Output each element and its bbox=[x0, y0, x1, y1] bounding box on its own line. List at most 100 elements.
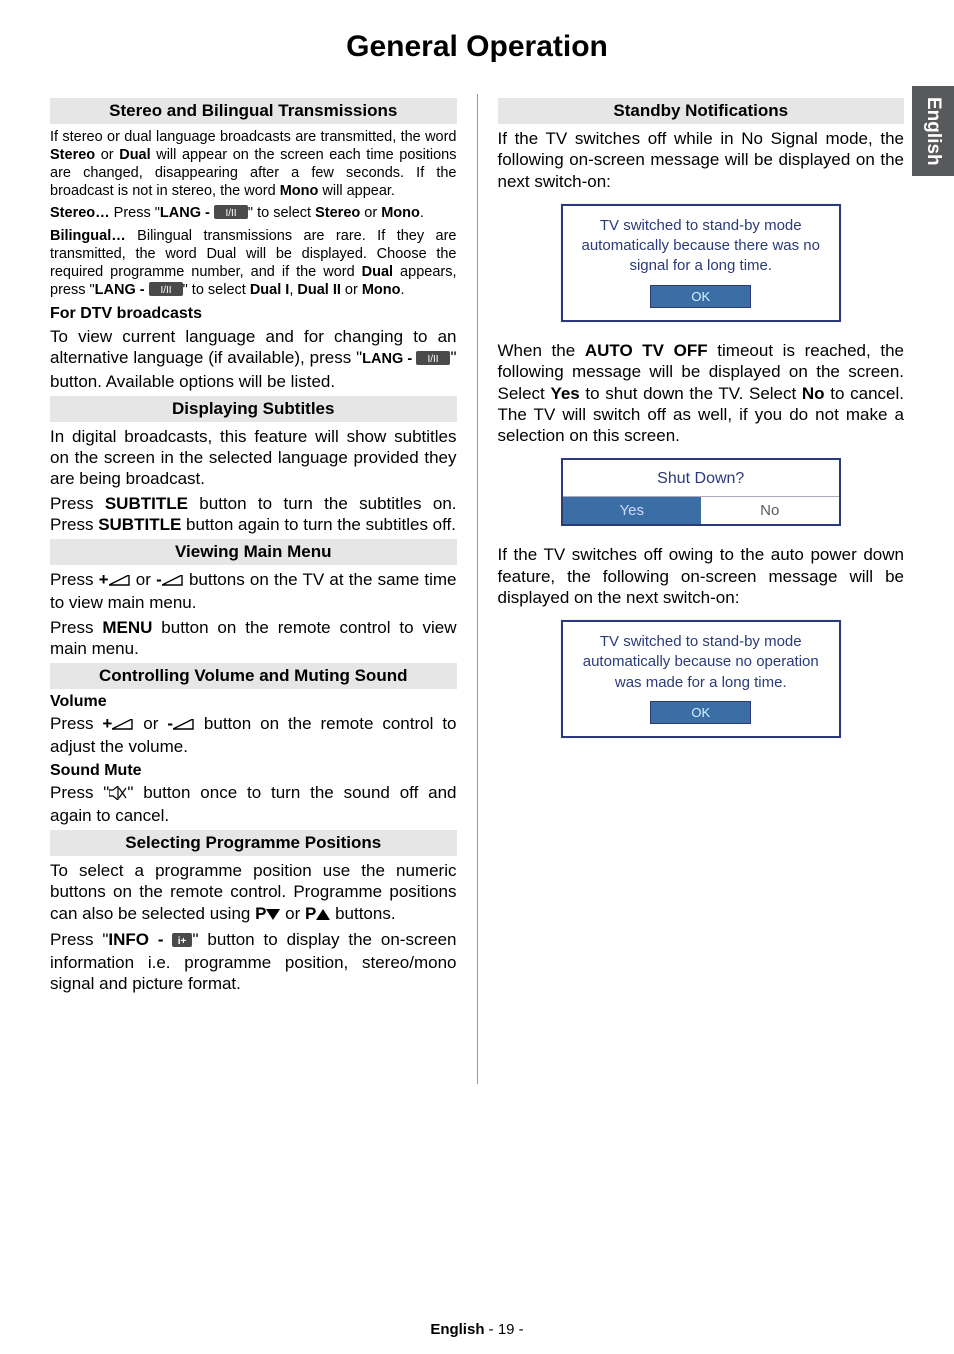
footer-page-number: 19 bbox=[498, 1321, 515, 1338]
text-bold: Dual I bbox=[250, 282, 289, 298]
shutdown-yes-button[interactable]: Yes bbox=[563, 496, 701, 524]
column-divider bbox=[477, 94, 478, 1084]
text: Press bbox=[50, 714, 102, 733]
dialog-shutdown-wrap: Shut Down? Yes No bbox=[498, 458, 905, 526]
text: button again to turn the subtitles off. bbox=[181, 515, 456, 534]
text-bold: LANG - bbox=[95, 282, 149, 298]
text-bold: Mono bbox=[381, 205, 420, 221]
text: . bbox=[401, 282, 405, 298]
para-sub-1: In digital broadcasts, this feature will… bbox=[50, 426, 457, 490]
text-bold: Dual II bbox=[297, 282, 341, 298]
dialog-ok-button[interactable]: OK bbox=[650, 285, 751, 309]
triangle-down-icon bbox=[266, 905, 280, 926]
text: Press " bbox=[50, 930, 108, 949]
text: or bbox=[131, 570, 157, 589]
text-bold: Bilingual… bbox=[50, 228, 126, 244]
text: or bbox=[341, 282, 362, 298]
text-bold: Dual bbox=[362, 264, 393, 280]
heading-standby: Standby Notifications bbox=[498, 98, 905, 124]
text-bold: INFO - bbox=[108, 930, 172, 949]
text-bold: P bbox=[255, 904, 266, 923]
text: or bbox=[134, 714, 167, 733]
text-bold: MENU bbox=[102, 618, 152, 637]
text-bold: Stereo bbox=[315, 205, 360, 221]
text: or bbox=[360, 205, 381, 221]
dialog-no-operation: TV switched to stand-by mode automatical… bbox=[561, 620, 841, 738]
volume-wedge-icon bbox=[162, 571, 184, 592]
triangle-up-icon bbox=[316, 905, 330, 926]
page-footer: English - 19 - bbox=[0, 1321, 954, 1338]
text: will appear. bbox=[318, 183, 395, 199]
text: Press bbox=[50, 494, 105, 513]
subhead-dtv: For DTV broadcasts bbox=[50, 305, 457, 323]
subhead-volume: Volume bbox=[50, 693, 457, 711]
para-menu-1: Press + or - buttons on the TV at the sa… bbox=[50, 569, 457, 614]
lang-i-ii-icon: I/II bbox=[149, 282, 183, 301]
svg-text:i+: i+ bbox=[178, 936, 187, 947]
volume-wedge-icon bbox=[173, 715, 195, 736]
text: " to select bbox=[248, 205, 315, 221]
footer-lang: English bbox=[430, 1321, 484, 1338]
dialog-no-signal-wrap: TV switched to stand-by mode automatical… bbox=[498, 204, 905, 322]
lang-i-ii-icon: I/II bbox=[214, 205, 248, 224]
text: Press " bbox=[50, 783, 109, 802]
heading-stereo-bilingual: Stereo and Bilingual Transmissions bbox=[50, 98, 457, 124]
heading-main-menu: Viewing Main Menu bbox=[50, 539, 457, 565]
heading-subtitles: Displaying Subtitles bbox=[50, 396, 457, 422]
language-side-tab: English bbox=[912, 86, 954, 176]
svg-text:I/II: I/II bbox=[160, 285, 171, 296]
text-bold: AUTO TV OFF bbox=[585, 341, 708, 360]
text-bold: LANG - bbox=[362, 351, 416, 367]
dialog-no-operation-wrap: TV switched to stand-by mode automatical… bbox=[498, 620, 905, 738]
text: or bbox=[95, 147, 119, 163]
para-standby-3: If the TV switches off owing to the auto… bbox=[498, 544, 905, 608]
lang-i-ii-icon: I/II bbox=[416, 349, 450, 370]
text: buttons. bbox=[330, 904, 395, 923]
text: Press bbox=[50, 618, 102, 637]
dialog-no-signal: TV switched to stand-by mode automatical… bbox=[561, 204, 841, 322]
text-bold: LANG - bbox=[160, 205, 214, 221]
info-screen-icon: i+ bbox=[172, 931, 192, 952]
text-bold: No bbox=[802, 384, 825, 403]
para-volume: Press + or - button on the remote contro… bbox=[50, 713, 457, 758]
text-bold: P bbox=[305, 904, 316, 923]
svg-text:I/II: I/II bbox=[428, 354, 439, 365]
text-bold: Stereo bbox=[50, 147, 95, 163]
dialog-shutdown-question: Shut Down? bbox=[563, 460, 839, 496]
text-bold: SUBTITLE bbox=[98, 515, 181, 534]
text-bold: + bbox=[99, 570, 109, 589]
text: Press bbox=[50, 570, 99, 589]
para-mute: Press "" button once to turn the sound o… bbox=[50, 782, 457, 827]
text-bold: Stereo… bbox=[50, 205, 110, 221]
heading-volume-mute: Controlling Volume and Muting Sound bbox=[50, 663, 457, 689]
text-bold: + bbox=[102, 714, 112, 733]
right-column: Standby Notifications If the TV switches… bbox=[498, 94, 905, 1084]
page-title: General Operation bbox=[50, 30, 904, 64]
subhead-mute: Sound Mute bbox=[50, 762, 457, 780]
text: If stereo or dual language broadcasts ar… bbox=[50, 129, 457, 145]
content-columns: Stereo and Bilingual Transmissions If st… bbox=[50, 94, 904, 1084]
text: Press " bbox=[110, 205, 160, 221]
text-bold: Mono bbox=[362, 282, 401, 298]
footer-end: - bbox=[515, 1321, 524, 1338]
text: " to select bbox=[183, 282, 250, 298]
page-container: General Operation Stereo and Bilingual T… bbox=[0, 0, 954, 1104]
shutdown-no-button[interactable]: No bbox=[701, 496, 839, 524]
para-dtv: To view current language and for changin… bbox=[50, 326, 457, 392]
dialog-shutdown-buttons: Yes No bbox=[563, 496, 839, 524]
para-stereo-press: Stereo… Press "LANG - I/II " to select St… bbox=[50, 204, 457, 224]
svg-text:I/II: I/II bbox=[225, 208, 236, 219]
dialog-ok-button[interactable]: OK bbox=[650, 701, 751, 725]
text-bold: Mono bbox=[280, 183, 319, 199]
para-prog-2: Press "INFO - i+" button to display the … bbox=[50, 929, 457, 995]
para-standby-1: If the TV switches off while in No Signa… bbox=[498, 128, 905, 192]
footer-sep: - bbox=[484, 1321, 497, 1338]
text-bold: Dual bbox=[119, 147, 150, 163]
para-standby-2: When the AUTO TV OFF timeout is reached,… bbox=[498, 340, 905, 446]
text-bold: Yes bbox=[550, 384, 579, 403]
text-bold: SUBTITLE bbox=[105, 494, 188, 513]
text: or bbox=[280, 904, 305, 923]
dialog-shutdown: Shut Down? Yes No bbox=[561, 458, 841, 526]
dialog-no-signal-message: TV switched to stand-by mode automatical… bbox=[575, 216, 827, 277]
para-menu-2: Press MENU button on the remote control … bbox=[50, 617, 457, 660]
